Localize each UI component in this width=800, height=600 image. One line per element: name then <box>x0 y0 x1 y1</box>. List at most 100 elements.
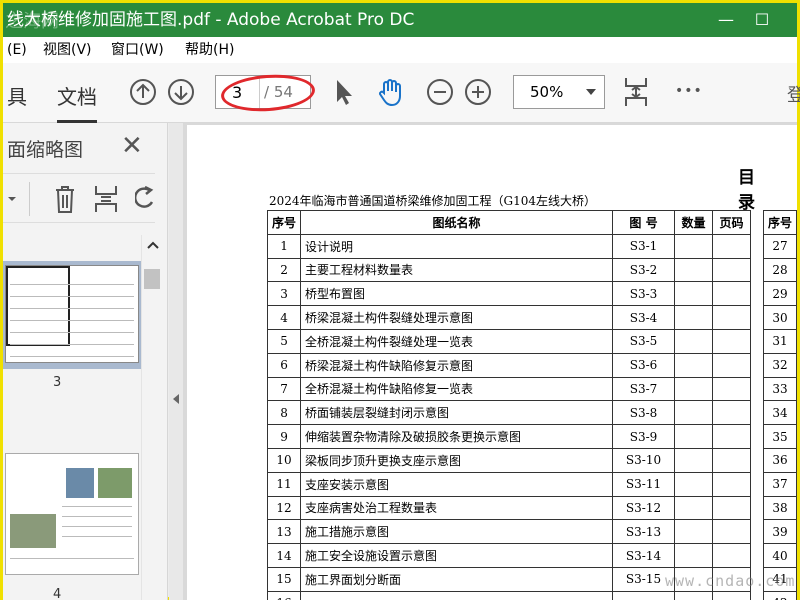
menu-edit[interactable]: (E) <box>7 37 27 63</box>
next-page-icon[interactable] <box>166 77 196 107</box>
table-cell-name: 桥型布置图 <box>300 281 614 307</box>
tab-tools[interactable]: 具 <box>7 81 27 110</box>
table-cell-name: 施工措施示意图 <box>300 519 614 545</box>
table-cell-name: 全桥混凝土构件裂缝处理一览表 <box>300 328 614 354</box>
table-cell-name: 主要工程材料数量表 <box>300 257 614 283</box>
options-dropdown-icon[interactable] <box>7 194 17 204</box>
table-cell-no: 29 <box>762 281 797 307</box>
table-cell-name: 桥梁混凝土构件裂缝处理示意图 <box>300 305 614 330</box>
hand-tool-icon[interactable] <box>375 77 405 107</box>
table-cell-code: S3-14 <box>612 543 676 568</box>
table-header-row: 序号 图纸名称 图 号 数量 页码 <box>266 210 752 235</box>
thumbnail-photo <box>98 468 132 498</box>
table-row: 40 <box>762 543 797 568</box>
collapse-panel-icon[interactable] <box>172 393 180 405</box>
table-row: 8 桥面铺装层裂缝封闭示意图 S3-8 <box>266 400 752 426</box>
drawing-index-table-continued: 序号 27282930313233343536373839404142 <box>762 210 797 600</box>
table-cell-page <box>712 447 752 473</box>
table-cell-code: S3-10 <box>612 447 676 473</box>
table-row: 11 支座安装示意图 S3-11 <box>266 471 752 497</box>
menu-help[interactable]: 帮助(H) <box>185 37 234 63</box>
table-cell-no: 7 <box>266 376 302 402</box>
zoom-select[interactable]: 50% <box>513 75 605 109</box>
select-arrow-icon[interactable] <box>329 77 359 107</box>
table-row: 2 主要工程材料数量表 S3-2 <box>266 257 752 283</box>
rotate-icon[interactable] <box>135 186 155 212</box>
table-cell-page <box>712 305 752 330</box>
table-cell-no: 12 <box>266 495 302 521</box>
menu-window[interactable]: 窗口(W) <box>111 37 164 63</box>
table-cell-no: 1 <box>266 233 302 259</box>
table-cell-no: 4 <box>266 305 302 330</box>
table-cell-no: 36 <box>762 447 797 473</box>
table-row: 30 <box>762 305 797 330</box>
watermark-text: 之海网 <box>5 11 59 32</box>
table-cell-no: 27 <box>762 233 797 259</box>
thumbnail-page[interactable] <box>5 453 139 575</box>
table-cell-page <box>712 590 752 600</box>
tab-document[interactable]: 文档 <box>57 81 97 123</box>
panel-splitter[interactable] <box>169 123 183 600</box>
table-cell-qty <box>674 447 714 473</box>
menu-view[interactable]: 视图(V) <box>43 37 92 63</box>
thumbnail-page[interactable] <box>5 265 139 363</box>
drawing-index-table: 序号 图纸名称 图 号 数量 页码 1 设计说明 S3-1 2 主要工程材料数量表 S3-… <box>266 210 752 600</box>
zoom-value: 50% <box>530 83 564 101</box>
thumbnail-line <box>10 308 134 309</box>
table-cell-no: 2 <box>266 257 302 283</box>
table-cell-name: 梁板同步顶升更换支座示意图 <box>300 447 614 473</box>
table-row: 14 施工安全设施设置示意图 S3-14 <box>266 543 752 568</box>
trash-icon[interactable] <box>53 184 77 214</box>
panel-toolbar <box>3 173 155 223</box>
window-title: 线大桥维修加固施工图.pdf - Adobe Acrobat Pro DC <box>7 10 415 30</box>
zoom-in-icon[interactable] <box>463 77 493 107</box>
table-cell-qty <box>674 257 714 283</box>
table-cell-code: S3-8 <box>612 400 676 426</box>
table-cell-name: 施工安全设施设置示意图 <box>300 543 614 568</box>
document-heading: 目 录 <box>738 168 773 213</box>
table-cell-code: S3-4 <box>612 305 676 330</box>
table-cell-no: 15 <box>266 566 302 592</box>
table-cell-page <box>712 543 752 568</box>
thumbnail-line <box>10 284 134 285</box>
chevron-up-icon[interactable] <box>147 241 159 249</box>
table-row: 12 支座病害处治工程数量表 S3-12 <box>266 495 752 521</box>
chevron-down-icon <box>586 89 596 95</box>
close-icon[interactable]: ✕ <box>121 131 143 161</box>
sign-in-label[interactable]: 登 <box>787 81 800 107</box>
table-cell-no: 32 <box>762 352 797 378</box>
table-cell-no: 11 <box>266 471 302 497</box>
table-cell-qty <box>674 400 714 426</box>
extract-page-icon[interactable] <box>93 184 119 214</box>
table-cell-no: 6 <box>266 352 302 378</box>
table-cell-no: 38 <box>762 495 797 521</box>
document-view[interactable]: 目 录 2024年临海市普通国道桥梁维修加固工程（G104左线大桥） 序号 图纸… <box>183 123 797 600</box>
table-row: 4 桥梁混凝土构件裂缝处理示意图 S3-4 <box>266 305 752 330</box>
prev-page-icon[interactable] <box>128 77 158 107</box>
divider <box>29 182 30 216</box>
table-cell-no: 13 <box>266 519 302 545</box>
menu-bar: (E) 视图(V) 窗口(W) 帮助(H) <box>3 37 797 63</box>
table-row: 37 <box>762 471 797 497</box>
table-cell-no: 5 <box>266 328 302 354</box>
table-cell-code: S3-12 <box>612 495 676 521</box>
table-row: 7 全桥混凝土构件缺陷修复一览表 S3-7 <box>266 376 752 402</box>
scrollbar-thumb[interactable] <box>144 269 160 289</box>
table-cell-qty <box>674 233 714 259</box>
thumbnail-scrollbar[interactable] <box>141 235 163 600</box>
thumbnail-line <box>10 296 134 297</box>
more-tools-button[interactable]: ••• <box>675 83 703 99</box>
table-cell-no: 8 <box>266 400 302 426</box>
table-cell-code <box>612 590 676 600</box>
table-cell-qty <box>674 376 714 402</box>
thumbnail-line <box>10 332 134 333</box>
zoom-out-icon[interactable] <box>425 77 455 107</box>
panel-title: 面缩略图 <box>7 139 84 161</box>
table-cell-page <box>712 233 752 259</box>
thumbnail-line <box>62 506 132 507</box>
toolbar: 具 文档 ••• 登 <box>3 63 800 123</box>
maximize-button[interactable]: ☐ <box>739 3 785 37</box>
table-row: 27 <box>762 233 797 259</box>
thumbnail-line <box>62 526 132 527</box>
fit-page-icon[interactable] <box>621 77 651 107</box>
